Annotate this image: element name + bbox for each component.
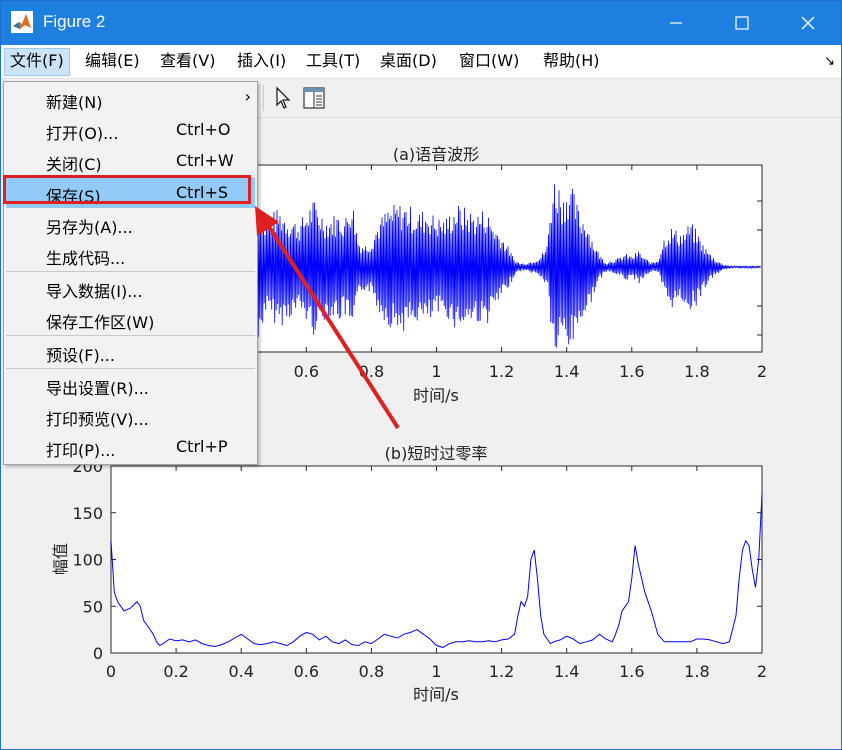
pointer-icon[interactable]	[271, 85, 295, 111]
axes-zcr: (b)短时过零率 0 0.2 0.4 0.6 0.8 1 1.2 1.4 1.6 1.8 2 0 50 1…	[51, 444, 767, 704]
save-highlight-box	[3, 175, 251, 204]
figure-window: Figure 2 文件(F) 编辑(E) 查看(V) 插入(I) 工具(T) 桌…	[0, 0, 842, 750]
zcr-y-tick-label: 0	[93, 644, 103, 663]
waveform-x-tick-label: 1.6	[619, 362, 644, 381]
title-bar[interactable]: Figure 2	[1, 1, 841, 45]
zcr-y-label: 幅值	[51, 543, 70, 575]
menu-bar: 文件(F) 编辑(E) 查看(V) 插入(I) 工具(T) 桌面(D) 窗口(W…	[1, 45, 841, 79]
menu-item-print[interactable]: 打印(P)... Ctrl+P	[6, 432, 255, 462]
property-inspector-icon[interactable]	[302, 85, 326, 111]
waveform-title: (a)语音波形	[393, 145, 479, 164]
zcr-x-tick-label: 2	[757, 662, 767, 681]
menu-file[interactable]: 文件(F)	[4, 48, 70, 76]
maximize-icon	[735, 16, 749, 30]
file-menu-dropdown: 新建(N) › 打开(O)... Ctrl+O 关闭(C) Ctrl+W 保存(…	[3, 81, 258, 465]
menu-item-import-data[interactable]: 导入数据(I)...	[6, 273, 255, 303]
waveform-x-tick-label: 1	[431, 362, 441, 381]
zcr-x-tick-label: 1.4	[554, 662, 579, 681]
zcr-x-tick-label: 0.6	[294, 662, 319, 681]
waveform-x-tick-label: 0.6	[294, 362, 319, 381]
menu-separator	[6, 368, 255, 369]
menu-item-generate-code[interactable]: 生成代码...	[6, 240, 255, 270]
menu-item-close[interactable]: 关闭(C) Ctrl+W	[6, 146, 255, 176]
zcr-x-tick-label: 1	[431, 662, 441, 681]
zcr-x-label: 时间/s	[413, 685, 459, 704]
menu-tools[interactable]: 工具(T)	[301, 48, 365, 74]
menu-item-export-setup[interactable]: 导出设置(R)...	[6, 370, 255, 400]
zcr-x-tick-label: 1.6	[619, 662, 644, 681]
submenu-arrow-icon: ›	[244, 87, 251, 106]
waveform-x-tick-label: 2	[757, 362, 767, 381]
close-icon	[801, 16, 815, 30]
close-button[interactable]	[775, 1, 841, 45]
menu-item-save-workspace[interactable]: 保存工作区(W)	[6, 304, 255, 334]
matlab-logo-icon	[11, 11, 33, 33]
zcr-y-tick-label: 50	[83, 597, 103, 616]
menu-help[interactable]: 帮助(H)	[538, 48, 605, 74]
window-title: Figure 2	[43, 12, 106, 31]
menu-insert[interactable]: 插入(I)	[232, 48, 291, 74]
zcr-x-tick-label: 0	[106, 662, 116, 681]
menu-item-print-preview[interactable]: 打印预览(V)...	[6, 401, 255, 431]
waveform-x-tick-label: 1.8	[684, 362, 709, 381]
minimize-button[interactable]	[643, 1, 709, 45]
waveform-x-label: 时间/s	[413, 386, 459, 405]
menu-window[interactable]: 窗口(W)	[454, 48, 524, 74]
waveform-x-tick-label: 1.2	[489, 362, 514, 381]
menu-desktop[interactable]: 桌面(D)	[375, 48, 442, 74]
zcr-y-tick-label: 100	[72, 551, 103, 570]
minimize-icon	[670, 22, 682, 24]
toolbar-separator	[263, 85, 264, 111]
menu-view[interactable]: 查看(V)	[155, 48, 220, 74]
waveform-x-tick-label: 1.4	[554, 362, 579, 381]
menu-item-open[interactable]: 打开(O)... Ctrl+O	[6, 115, 255, 145]
zcr-title: (b)短时过零率	[385, 444, 488, 463]
zcr-x-tick-label: 1.8	[684, 662, 709, 681]
menu-item-new[interactable]: 新建(N) ›	[6, 84, 255, 114]
zcr-x-tick-label: 1.2	[489, 662, 514, 681]
dock-arrow-icon[interactable]: ↘	[824, 54, 835, 69]
zcr-x-tick-label: 0.4	[228, 662, 253, 681]
waveform-x-tick-label: 0.8	[359, 362, 384, 381]
zcr-x-tick-label: 0.2	[163, 662, 188, 681]
zcr-y-tick-label: 150	[72, 504, 103, 523]
menu-separator	[6, 271, 255, 272]
menu-edit[interactable]: 编辑(E)	[80, 48, 145, 74]
zcr-x-tick-label: 0.8	[359, 662, 384, 681]
maximize-button[interactable]	[709, 1, 775, 45]
menu-separator	[6, 335, 255, 336]
menu-item-save-as[interactable]: 另存为(A)...	[6, 209, 255, 239]
menu-item-preferences[interactable]: 预设(F)...	[6, 337, 255, 367]
